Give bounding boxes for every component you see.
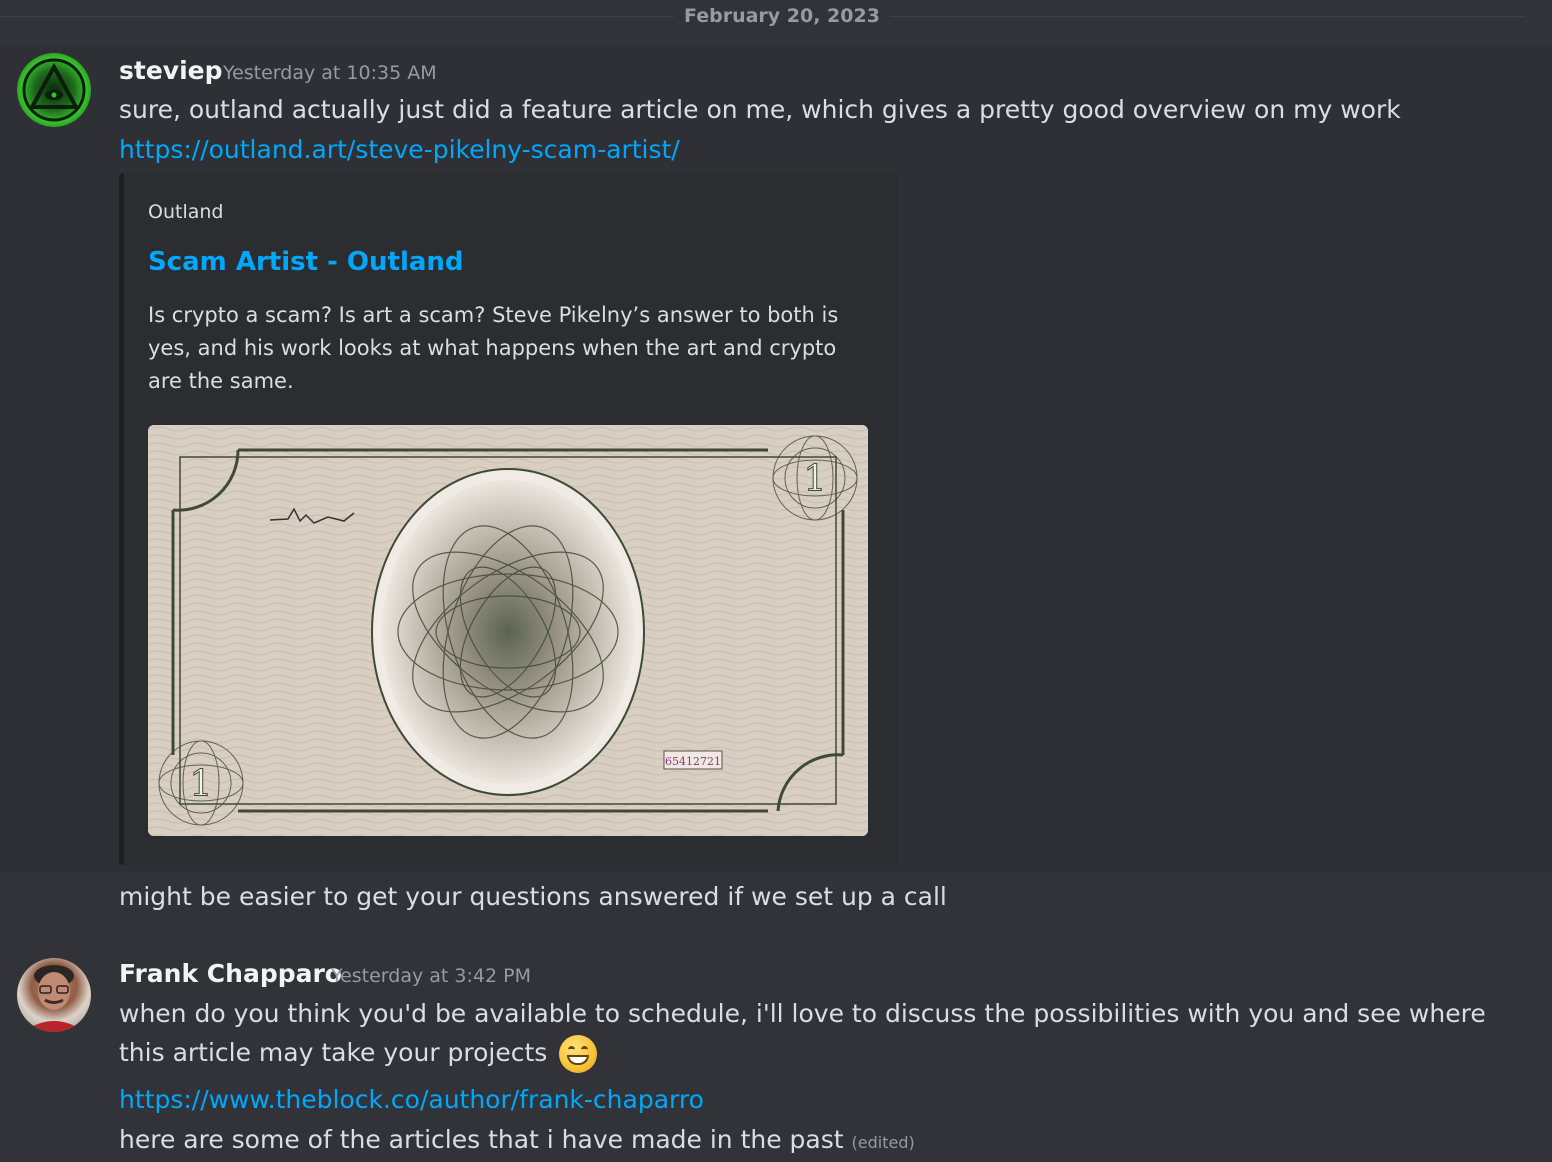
denomination-top: 1	[804, 459, 827, 500]
message-link[interactable]: https://www.theblock.co/author/frank-cha…	[119, 1085, 704, 1114]
emoji-mouth	[567, 1055, 590, 1065]
serial-number: 65412721	[665, 755, 721, 768]
grinning-face-emoji-icon[interactable]	[559, 1035, 598, 1073]
emoji-eye	[568, 1046, 576, 1053]
message-timestamp[interactable]: Yesterday at 10:35 AM	[223, 61, 437, 85]
message-text-line-2-row: this article may take your projects	[119, 1033, 598, 1073]
emoji-eye	[581, 1046, 589, 1053]
message-text: sure, outland actually just did a featur…	[119, 95, 1401, 124]
message-text-line-2: this article may take your projects	[119, 1038, 548, 1067]
message-timestamp[interactable]: Yesterday at 3:42 PM	[331, 964, 531, 988]
message-author[interactable]: steviep	[119, 56, 223, 86]
divider-date: February 20, 2023	[674, 4, 890, 28]
link-embed: Outland Scam Artist - Outland Is crypto …	[119, 173, 898, 865]
message-text: might be easier to get your questions an…	[119, 882, 947, 911]
triangle-eye-icon	[22, 58, 86, 122]
message-link[interactable]: https://outland.art/steve-pikelny-scam-a…	[119, 135, 680, 164]
banknote-illustration: 1 1 65412721	[148, 425, 868, 836]
edited-label: (edited)	[851, 1133, 915, 1152]
date-divider: February 20, 2023	[0, 0, 1525, 32]
person-photo-icon	[23, 965, 85, 1032]
embed-description: Is crypto a scam? Is art a scam? Steve P…	[148, 303, 839, 393]
embed-title-link[interactable]: Scam Artist - Outland	[148, 247, 464, 277]
message-text-line-1: when do you think you'd be available to …	[119, 999, 1486, 1028]
avatar[interactable]	[17, 958, 91, 1032]
message-text-row: here are some of the articles that i hav…	[119, 1120, 915, 1162]
denomination-bottom: 1	[190, 764, 213, 805]
message-author[interactable]: Frank Chapparo	[119, 959, 342, 989]
message-text: here are some of the articles that i hav…	[119, 1125, 844, 1154]
embed-image[interactable]: 1 1 65412721	[148, 425, 868, 836]
embed-provider[interactable]: Outland	[148, 201, 223, 223]
avatar[interactable]	[17, 53, 91, 127]
